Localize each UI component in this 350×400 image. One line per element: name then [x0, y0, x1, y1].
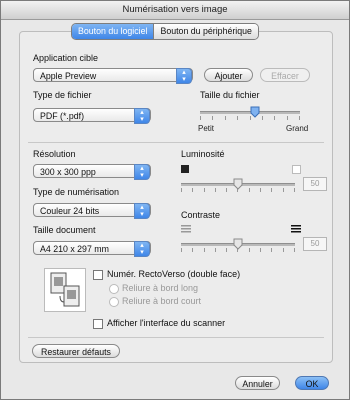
section-divider	[28, 142, 324, 143]
scan-to-image-window: Numérisation vers image Bouton du logici…	[0, 0, 350, 400]
restore-defaults-button[interactable]: Restaurer défauts	[32, 344, 120, 358]
resolution-value: 300 x 300 ppp	[40, 167, 96, 177]
short-edge-label: Reliure à bord court	[122, 296, 202, 306]
doc-size-label: Taille document	[33, 225, 96, 235]
contrast-value[interactable]: 50	[303, 237, 327, 251]
popup-arrows-icon: ▴ ▾	[134, 164, 150, 180]
target-app-select[interactable]: Apple Preview ▴ ▾	[33, 68, 193, 84]
popup-arrows-icon: ▴ ▾	[134, 108, 150, 124]
popup-arrows-icon: ▴ ▾	[134, 241, 150, 257]
file-size-max-label: Grand	[286, 124, 309, 133]
show-scanner-ui-label: Afficher l'interface du scanner	[107, 318, 226, 328]
tab-software-button[interactable]: Bouton du logiciel	[72, 24, 155, 39]
dark-icon	[181, 165, 189, 173]
cancel-button[interactable]: Annuler	[235, 376, 280, 390]
target-app-label: Application cible	[33, 53, 99, 63]
file-size-min-label: Petit	[198, 124, 215, 133]
settings-panel: Application cible Apple Preview ▴ ▾ Ajout…	[19, 31, 333, 363]
slider-thumb[interactable]	[250, 106, 260, 118]
popup-arrows-icon: ▴ ▾	[134, 203, 150, 219]
popup-arrows-icon: ▴ ▾	[176, 68, 192, 84]
doc-size-value: A4 210 x 297 mm	[40, 244, 109, 254]
ok-button[interactable]: OK	[295, 376, 329, 390]
resolution-select[interactable]: 300 x 300 ppp ▴ ▾	[33, 164, 151, 180]
file-type-select[interactable]: PDF (*.pdf) ▴ ▾	[33, 108, 151, 124]
light-icon	[292, 165, 301, 174]
add-button[interactable]: Ajouter	[204, 68, 253, 82]
scan-type-value: Couleur 24 bits	[40, 206, 100, 216]
contrast-slider[interactable]	[181, 238, 295, 252]
file-size-label: Taille du fichier	[200, 90, 260, 100]
file-size-slider[interactable]	[200, 106, 300, 120]
brightness-slider[interactable]	[181, 178, 295, 192]
scan-type-label: Type de numérisation	[33, 187, 120, 197]
resolution-label: Résolution	[33, 149, 76, 159]
section-divider	[28, 337, 324, 338]
tab-device-button[interactable]: Bouton du périphérique	[154, 24, 258, 39]
brightness-label: Luminosité	[181, 149, 225, 159]
duplex-icon	[44, 268, 86, 312]
tab-bar: Bouton du logiciel Bouton du périphériqu…	[71, 23, 259, 40]
low-contrast-icon	[181, 225, 191, 235]
high-contrast-icon	[291, 225, 301, 235]
show-scanner-ui-checkbox[interactable]	[93, 319, 103, 329]
long-edge-radio[interactable]	[109, 284, 119, 294]
window-title: Numérisation vers image	[1, 1, 349, 20]
slider-thumb[interactable]	[233, 238, 243, 250]
doc-size-select[interactable]: A4 210 x 297 mm ▴ ▾	[33, 241, 151, 257]
long-edge-label: Reliure à bord long	[122, 283, 199, 293]
brightness-value[interactable]: 50	[303, 177, 327, 191]
scan-type-select[interactable]: Couleur 24 bits ▴ ▾	[33, 203, 151, 219]
target-app-value: Apple Preview	[40, 71, 97, 81]
slider-thumb[interactable]	[233, 178, 243, 190]
contrast-label: Contraste	[181, 210, 221, 220]
duplex-checkbox[interactable]	[93, 270, 103, 280]
file-type-value: PDF (*.pdf)	[40, 111, 84, 121]
duplex-label: Numér. RectoVerso (double face)	[107, 269, 241, 279]
file-type-label: Type de fichier	[33, 90, 92, 100]
short-edge-radio[interactable]	[109, 297, 119, 307]
remove-button[interactable]: Effacer	[260, 68, 310, 82]
